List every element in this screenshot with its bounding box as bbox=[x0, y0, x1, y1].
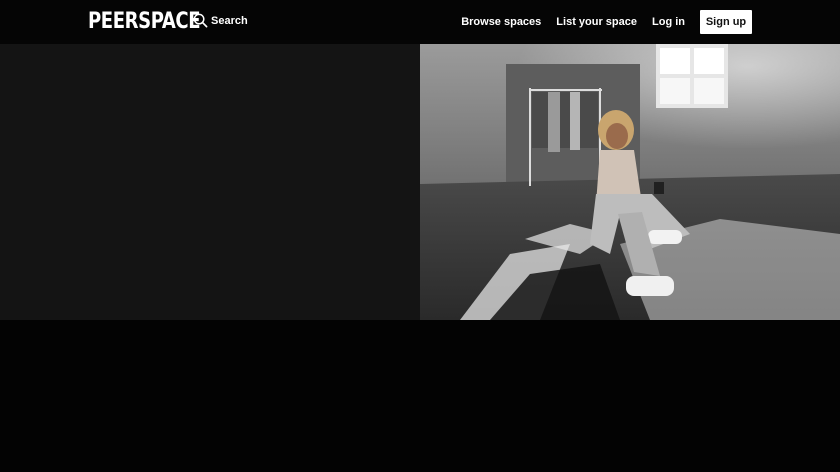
hero-text-panel bbox=[0, 44, 420, 320]
nav-links: Browse spaces List your space Log in Sig… bbox=[446, 10, 752, 34]
peerspace-logo[interactable]: PEERSPACE bbox=[88, 9, 201, 35]
hero-image bbox=[420, 44, 840, 320]
top-navbar: PEERSPACE Search Browse spaces List your… bbox=[0, 0, 840, 44]
search-label: Search bbox=[211, 14, 248, 27]
browse-spaces-link[interactable]: Browse spaces bbox=[461, 10, 541, 34]
list-your-space-link[interactable]: List your space bbox=[556, 10, 637, 34]
search-icon bbox=[193, 13, 208, 28]
search-button[interactable]: Search bbox=[193, 13, 248, 28]
log-in-link[interactable]: Log in bbox=[652, 10, 685, 34]
photo-studio-woman-phone-icon bbox=[420, 44, 840, 320]
page-content-area bbox=[0, 320, 840, 472]
sign-up-button[interactable]: Sign up bbox=[700, 10, 752, 34]
